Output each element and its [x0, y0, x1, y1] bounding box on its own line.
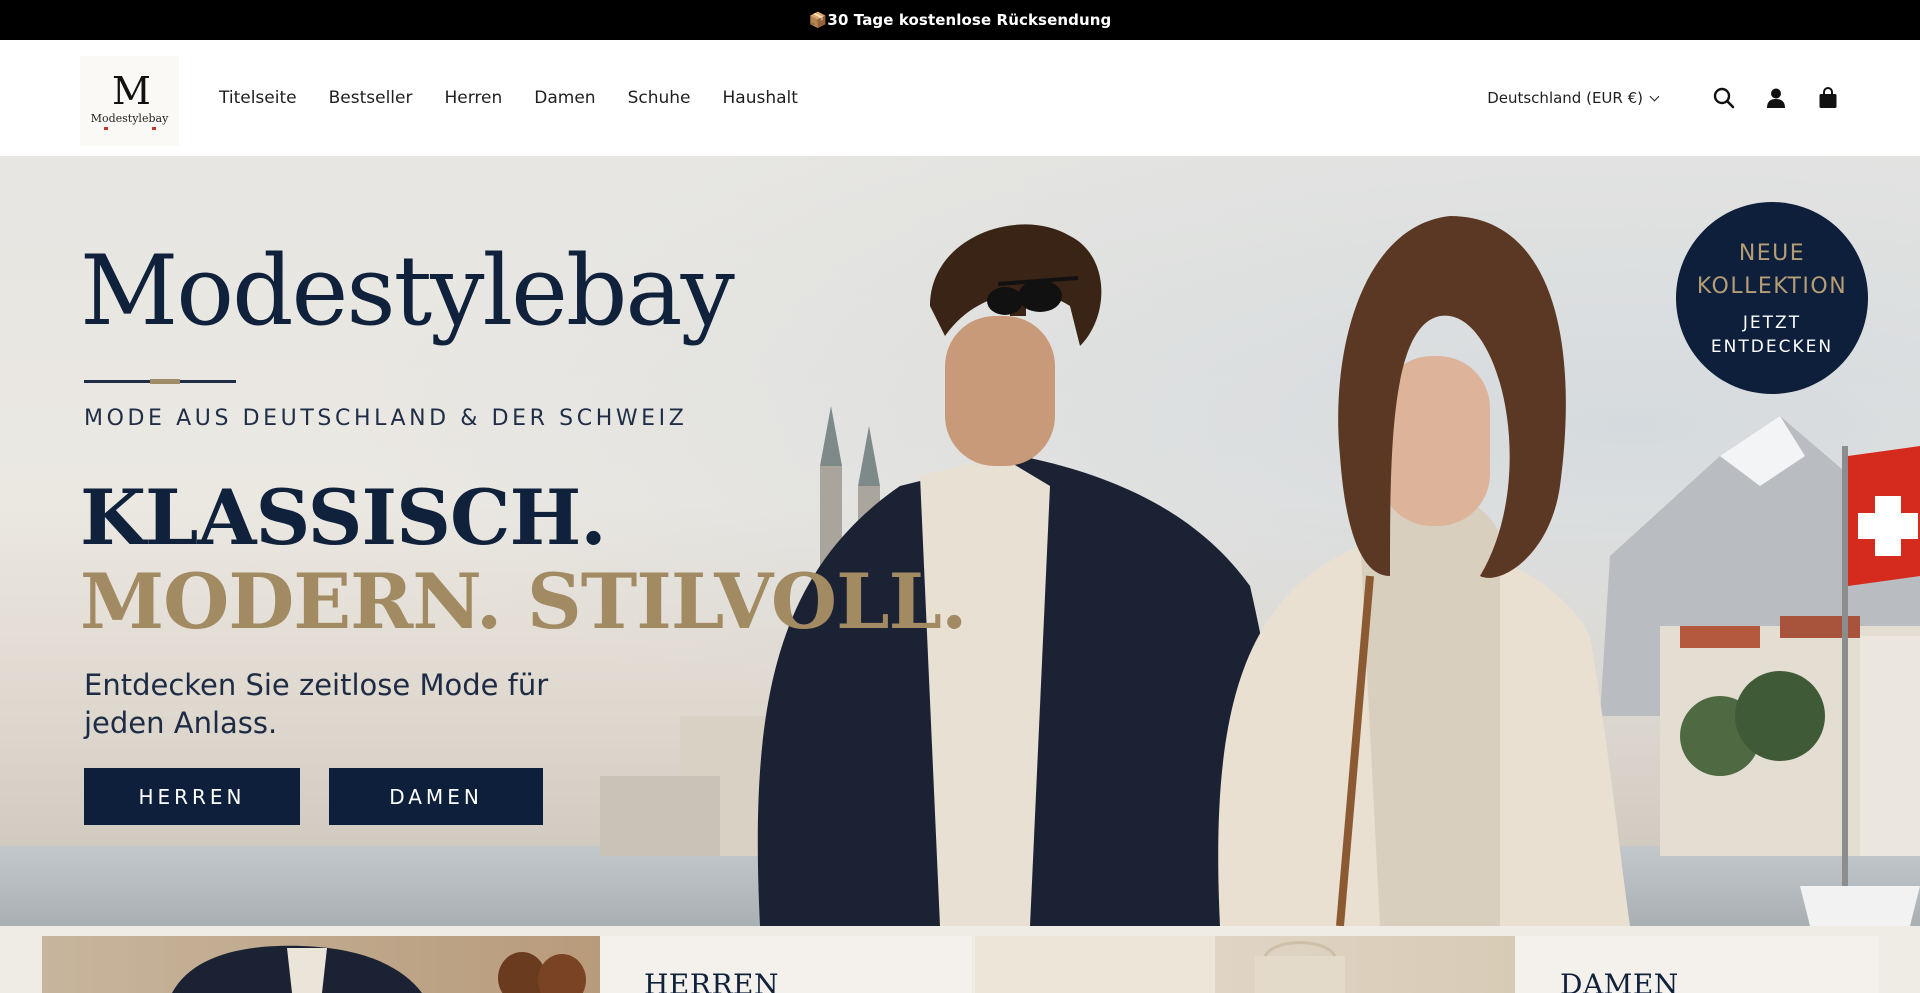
herren-button[interactable]: HERREN — [84, 768, 300, 825]
chevron-down-icon — [1649, 91, 1660, 101]
hero-headline-2: MODERN. STILVOLL. — [80, 557, 967, 646]
nav-item-damen[interactable]: Damen — [534, 88, 595, 108]
announcement-text: 📦30 Tage kostenlose Rücksendung — [808, 11, 1112, 29]
damen-category-image[interactable] — [975, 936, 1515, 993]
badge-line-3: JETZT — [1742, 313, 1802, 333]
nav-item-herren[interactable]: Herren — [444, 88, 502, 108]
logo-ornament — [103, 127, 156, 130]
herren-category-image[interactable] — [42, 936, 600, 993]
hero-subtitle: MODE AUS DEUTSCHLAND & DER SCHWEIZ — [84, 406, 688, 431]
nav-item-haushalt[interactable]: Haushalt — [723, 88, 798, 108]
logo-monogram: M — [112, 69, 151, 113]
site-header: M Modestylebay Titelseite Bestseller Her… — [0, 40, 1920, 156]
account-icon[interactable] — [1764, 86, 1788, 110]
cart-icon[interactable] — [1816, 86, 1840, 110]
hero-brand: Modestylebay — [80, 235, 735, 347]
damen-category-label[interactable]: DAMEN — [1560, 968, 1679, 993]
hero-description: Entdecken Sie zeitlose Mode für jeden An… — [84, 668, 549, 740]
badge-line-2: KOLLEKTION — [1696, 274, 1848, 299]
damen-button[interactable]: DAMEN — [329, 768, 543, 825]
herren-category-label[interactable]: HERREN — [644, 968, 779, 993]
search-icon[interactable] — [1712, 86, 1736, 110]
logo-wordmark: Modestylebay — [90, 112, 169, 125]
category-strip: HERREN DAMEN — [0, 926, 1920, 993]
announcement-bar: 📦30 Tage kostenlose Rücksendung — [0, 0, 1920, 40]
main-nav: Titelseite Bestseller Herren Damen Schuh… — [219, 40, 830, 156]
locale-label: Deutschland (EUR €) — [1487, 89, 1643, 107]
badge-line-4: ENTDECKEN — [1710, 337, 1834, 357]
nav-item-bestseller[interactable]: Bestseller — [329, 88, 413, 108]
hero-banner: Modestylebay MODE AUS DEUTSCHLAND & DER … — [0, 156, 1920, 926]
nav-item-schuhe[interactable]: Schuhe — [628, 88, 691, 108]
hero-divider-accent — [150, 379, 180, 384]
badge-line-1: NEUE — [1738, 241, 1806, 266]
nav-item-titelseite[interactable]: Titelseite — [219, 88, 297, 108]
hero-headline-1: KLASSISCH. — [80, 473, 607, 562]
new-collection-badge[interactable]: NEUE KOLLEKTION JETZT ENTDECKEN — [1676, 202, 1868, 394]
logo[interactable]: M Modestylebay — [80, 56, 179, 146]
locale-selector[interactable]: Deutschland (EUR €) — [1487, 89, 1660, 107]
header-actions: Deutschland (EUR €) — [1487, 40, 1840, 156]
